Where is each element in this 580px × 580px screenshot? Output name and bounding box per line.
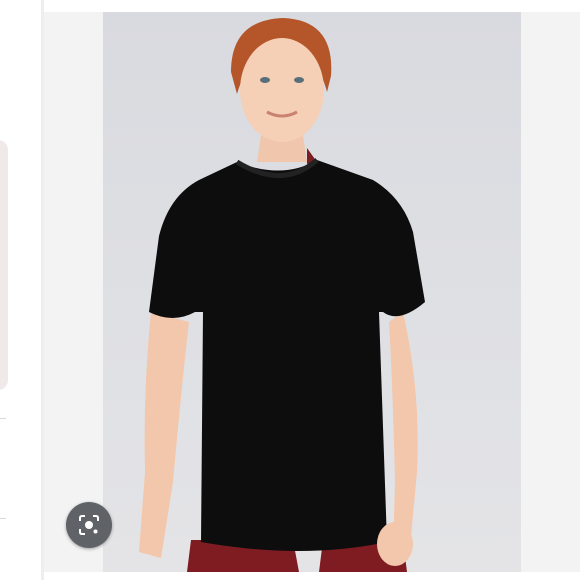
- panel-divider: [0, 418, 6, 419]
- bottom-edge: [44, 572, 580, 580]
- model-illustration: [139, 18, 425, 572]
- product-photo: [103, 12, 521, 572]
- panel-divider: [0, 518, 6, 519]
- left-results-panel: [0, 0, 40, 580]
- result-thumbnail[interactable]: [0, 140, 8, 390]
- visual-search-camera-icon: [79, 515, 99, 535]
- visual-search-button[interactable]: [66, 502, 112, 548]
